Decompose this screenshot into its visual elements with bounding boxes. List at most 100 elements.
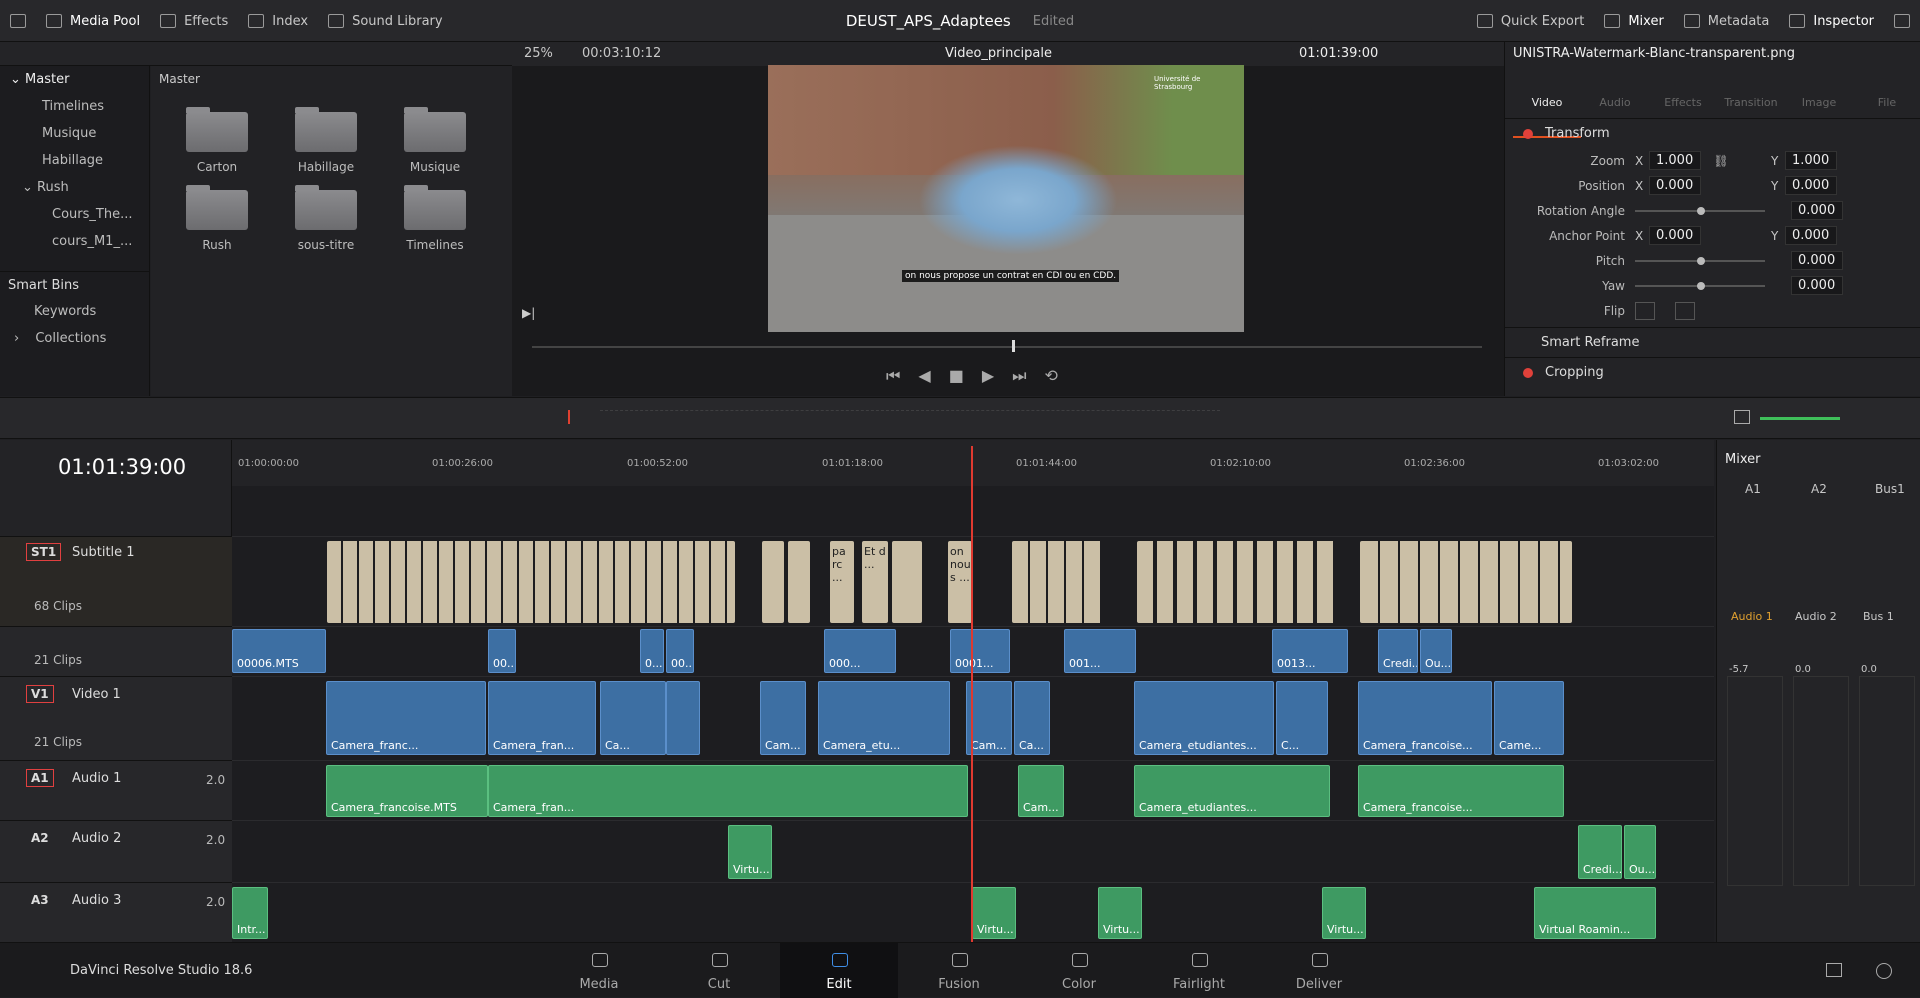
- subtitle-clip[interactable]: [892, 541, 922, 623]
- enable-dot[interactable]: [1523, 128, 1533, 139]
- audio-clip[interactable]: Camera_fran...: [488, 765, 968, 817]
- zoom-y-field[interactable]: 1.000: [1785, 151, 1837, 170]
- go-end-icon[interactable]: ▶|: [522, 306, 535, 320]
- subtitle-clip[interactable]: on nou s ...: [948, 541, 972, 623]
- scrubber-head[interactable]: [1012, 340, 1015, 352]
- video-clip[interactable]: 00006.MTS: [232, 629, 326, 673]
- audio-clip[interactable]: Cam...: [1018, 765, 1064, 817]
- video-clip[interactable]: C...: [1276, 681, 1328, 755]
- video-clip[interactable]: 000...: [824, 629, 896, 673]
- pitch-slider[interactable]: [1635, 256, 1765, 265]
- home-icon[interactable]: [1826, 963, 1842, 977]
- video-clip[interactable]: Ou...: [1420, 629, 1452, 673]
- transform-header[interactable]: Transform: [1505, 118, 1920, 148]
- page-fusion[interactable]: Fusion: [900, 943, 1018, 998]
- folder-timelines[interactable]: Timelines: [395, 185, 475, 252]
- video-clip[interactable]: [666, 681, 700, 755]
- audio-clip[interactable]: Camera_etudiantes...: [1134, 765, 1330, 817]
- page-media[interactable]: Media: [540, 943, 658, 998]
- index-button[interactable]: Index: [238, 0, 318, 42]
- subtitle-clip-group[interactable]: [1360, 541, 1572, 623]
- smart-bin-collections[interactable]: › Collections: [0, 325, 149, 352]
- video-clip[interactable]: Camera_francoise...: [1358, 681, 1492, 755]
- video-clip[interactable]: Came...: [1494, 681, 1564, 755]
- audio-clip[interactable]: Virtu...: [972, 887, 1016, 939]
- video-clip[interactable]: 00...: [666, 629, 694, 673]
- video-clip[interactable]: Camera_franc...: [326, 681, 486, 755]
- zoom-x-field[interactable]: 1.000: [1649, 151, 1701, 170]
- bin-musique[interactable]: Musique: [0, 120, 149, 147]
- media-pool-button[interactable]: Media Pool: [36, 0, 150, 42]
- subtitle-clip[interactable]: [762, 541, 784, 623]
- bin-master[interactable]: ⌄ Master: [0, 66, 149, 93]
- selection-tool-icon[interactable]: [568, 410, 580, 424]
- anchor-y-field[interactable]: 0.000: [1785, 226, 1837, 245]
- bin-habillage[interactable]: Habillage: [0, 147, 149, 174]
- video-clip[interactable]: Camera_fran...: [488, 681, 596, 755]
- mixer-button[interactable]: Mixer: [1594, 0, 1673, 42]
- flip-vertical-icon[interactable]: [1675, 301, 1695, 320]
- video-clip[interactable]: 0...: [640, 629, 664, 673]
- subtitle-clip[interactable]: Et d ...: [862, 541, 888, 623]
- subtitle-clip-group[interactable]: [1137, 541, 1337, 623]
- sound-library-button[interactable]: Sound Library: [318, 0, 453, 42]
- audio-clip[interactable]: Credi...: [1578, 825, 1622, 879]
- page-cut[interactable]: Cut: [660, 943, 778, 998]
- settings-icon[interactable]: [1876, 963, 1892, 979]
- flip-horizontal-icon[interactable]: [1635, 301, 1655, 320]
- smart-reframe-header[interactable]: Smart Reframe: [1505, 327, 1920, 357]
- video-clip[interactable]: Ca...: [600, 681, 666, 755]
- audio-clip[interactable]: Virtu...: [1322, 887, 1366, 939]
- bin-rush[interactable]: ⌄ Rush: [0, 174, 149, 201]
- video-clip[interactable]: Cam...: [760, 681, 806, 755]
- page-color[interactable]: Color: [1020, 943, 1138, 998]
- timeline-ruler[interactable]: 01:00:00:00 01:00:26:00 01:00:52:00 01:0…: [232, 440, 1714, 486]
- tool-group[interactable]: [600, 410, 1220, 426]
- yaw-slider[interactable]: [1635, 281, 1765, 290]
- playhead[interactable]: [971, 446, 973, 942]
- volume-slider[interactable]: [1760, 417, 1840, 420]
- page-deliver[interactable]: Deliver: [1260, 943, 1378, 998]
- quick-export-button[interactable]: Quick Export: [1467, 0, 1594, 42]
- folder-carton[interactable]: Carton: [177, 107, 257, 174]
- inspector-button[interactable]: Inspector: [1779, 0, 1884, 42]
- folder-musique[interactable]: Musique: [395, 107, 475, 174]
- subtitle-clip[interactable]: pa rc ...: [830, 541, 854, 623]
- cropping-header[interactable]: Cropping: [1505, 357, 1920, 387]
- audio-clip[interactable]: Virtual Roamin...: [1534, 887, 1656, 939]
- audio-clip[interactable]: Camera_francoise.MTS: [326, 765, 488, 817]
- volume-icon[interactable]: [1734, 410, 1750, 424]
- fader-a1[interactable]: [1727, 676, 1783, 886]
- audio-clip[interactable]: Camera_francoise...: [1358, 765, 1564, 817]
- bin-timelines[interactable]: Timelines: [0, 93, 149, 120]
- subtitle-clip-group[interactable]: [327, 541, 735, 623]
- transport-controls[interactable]: ⏮◀■▶⏭⟲: [886, 366, 1076, 386]
- subtitle-clip-group[interactable]: [1012, 541, 1102, 623]
- video-clip[interactable]: 00...: [488, 629, 516, 673]
- metadata-button[interactable]: Metadata: [1674, 0, 1780, 42]
- pitch-field[interactable]: 0.000: [1791, 251, 1843, 270]
- page-edit[interactable]: Edit: [780, 943, 898, 998]
- position-y-field[interactable]: 0.000: [1785, 176, 1837, 195]
- fader-a2[interactable]: [1793, 676, 1849, 886]
- link-icon[interactable]: ⛓: [1701, 154, 1741, 168]
- yaw-field[interactable]: 0.000: [1791, 276, 1843, 295]
- collapse-button[interactable]: [1884, 0, 1920, 42]
- viewer-scrubber[interactable]: [532, 346, 1482, 348]
- subtitle-clip[interactable]: [788, 541, 810, 623]
- video-clip[interactable]: 0001...: [950, 629, 1010, 673]
- video-clip[interactable]: Camera_etudiantes...: [1134, 681, 1274, 755]
- position-x-field[interactable]: 0.000: [1649, 176, 1701, 195]
- rotation-slider[interactable]: [1635, 206, 1765, 215]
- fader-bus1[interactable]: [1859, 676, 1915, 886]
- enable-dot[interactable]: [1523, 367, 1533, 378]
- audio-clip[interactable]: Virtu...: [1098, 887, 1142, 939]
- timeline-select[interactable]: Video_principale: [945, 46, 1052, 61]
- video-clip[interactable]: Ca...: [1014, 681, 1050, 755]
- effects-button[interactable]: Effects: [150, 0, 238, 42]
- zoom-select[interactable]: 25%: [524, 46, 553, 61]
- video-clip[interactable]: Camera_etu...: [818, 681, 950, 755]
- smart-bin-keywords[interactable]: Keywords: [0, 298, 149, 325]
- video-clip[interactable]: Credi...: [1378, 629, 1418, 673]
- rotation-field[interactable]: 0.000: [1791, 201, 1843, 220]
